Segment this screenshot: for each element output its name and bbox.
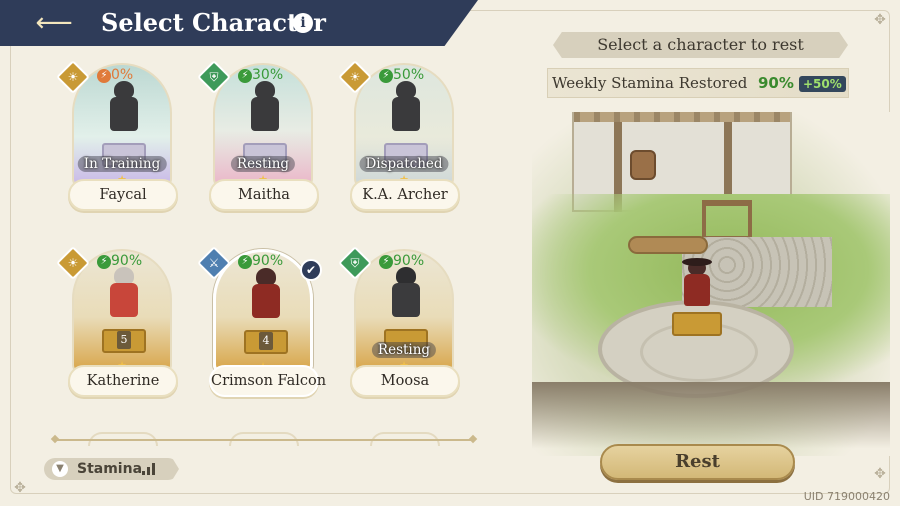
weekly-stamina-bonus: +50% (799, 76, 846, 92)
character-card-faycal[interactable]: In Training ★ ☀ ⚡0% Faycal (56, 60, 179, 213)
log-illustration (628, 236, 708, 254)
lightning-icon: ⚡ (238, 69, 252, 83)
stamina-indicator: ⚡ 90% (97, 253, 142, 269)
corner-ornament-icon: ✥ (14, 480, 26, 496)
barrel-illustration (630, 150, 656, 180)
character-sprite (386, 79, 426, 141)
lightning-icon: ⚡ (97, 69, 111, 83)
stamina-value: 0% (111, 67, 134, 83)
weekly-stamina-value: 90% (758, 74, 794, 92)
lightning-icon: ⚡ (379, 255, 393, 269)
rest-button[interactable]: Rest (600, 444, 795, 480)
selected-character-sprite (680, 258, 714, 314)
panel-title: Select a character to rest (553, 32, 848, 58)
stamina-value: 50% (393, 67, 425, 83)
character-card-katherine[interactable]: 5 ★ ☀ ⚡90% Katherine (56, 246, 179, 399)
user-id: UID 719000420 (803, 490, 890, 503)
level-badge: 5 (117, 331, 131, 349)
weekly-stamina-label: Weekly Stamina Restored (552, 74, 748, 92)
stamina-indicator: ⚡ 50% (379, 67, 424, 83)
stamina-value: 30% (252, 67, 284, 83)
corner-ornament-icon: ✥ (874, 466, 886, 482)
status-label: Resting (230, 156, 296, 172)
character-name: Crimson Falcon (209, 365, 326, 397)
character-name: Katherine (68, 365, 178, 397)
pedestal: 5 (102, 329, 146, 353)
status-label: Resting (371, 342, 437, 358)
character-sprite (104, 265, 144, 327)
stamina-value: 90% (111, 253, 143, 269)
character-name: Maitha (209, 179, 319, 211)
stamina-indicator: ⚡ 30% (238, 67, 283, 83)
character-sprite (386, 265, 426, 327)
corner-ornament-icon: ✥ (874, 12, 886, 28)
level-badge: 4 (259, 332, 273, 350)
character-card-ka-archer[interactable]: Dispatched ★ ☀ ⚡50% K.A. Archer (338, 60, 461, 213)
lightning-icon: ⚡ (97, 255, 111, 269)
character-name: Faycal (68, 179, 178, 211)
character-sprite (246, 266, 286, 328)
character-name: Moosa (350, 365, 460, 397)
status-label: Dispatched (359, 156, 449, 172)
character-card-maitha[interactable]: Resting ★ ⛨ ⚡30% Maitha (197, 60, 320, 213)
status-label: In Training (77, 156, 167, 172)
rest-area-scene (532, 112, 890, 456)
list-divider (55, 439, 473, 441)
character-sprite (104, 79, 144, 141)
selected-checkmark-icon: ✔ (300, 259, 322, 281)
character-sprite (245, 79, 285, 141)
sort-bars-icon (142, 463, 156, 475)
back-arrow-icon[interactable]: ⟵ (34, 8, 74, 38)
stamina-value: 90% (252, 253, 284, 269)
sort-filter-icon: ▼ (52, 461, 68, 477)
sort-stamina-button[interactable]: ▼ Stamina (44, 458, 179, 480)
stamina-indicator: ⚡ 90% (379, 253, 424, 269)
fence-illustration (702, 200, 752, 240)
stamina-indicator: ⚡ 0% (97, 67, 133, 83)
pedestal: 4 (244, 330, 288, 354)
info-icon[interactable]: i (293, 13, 313, 33)
rest-pedestal (672, 312, 722, 336)
stamina-value: 90% (393, 253, 425, 269)
lightning-icon: ⚡ (379, 69, 393, 83)
character-card-crimson-falcon[interactable]: 4 ★ ⚔ ⚡90% ✔ Crimson Falcon (197, 246, 326, 399)
weekly-stamina-row: Weekly Stamina Restored 90% +50% (547, 68, 849, 98)
lightning-icon: ⚡ (238, 255, 252, 269)
stamina-indicator: ⚡ 90% (238, 253, 283, 269)
character-name: K.A. Archer (350, 179, 460, 211)
character-card-moosa[interactable]: Resting ★ ⛨ ⚡90% Moosa (338, 246, 461, 399)
sort-label: Stamina (77, 461, 143, 477)
